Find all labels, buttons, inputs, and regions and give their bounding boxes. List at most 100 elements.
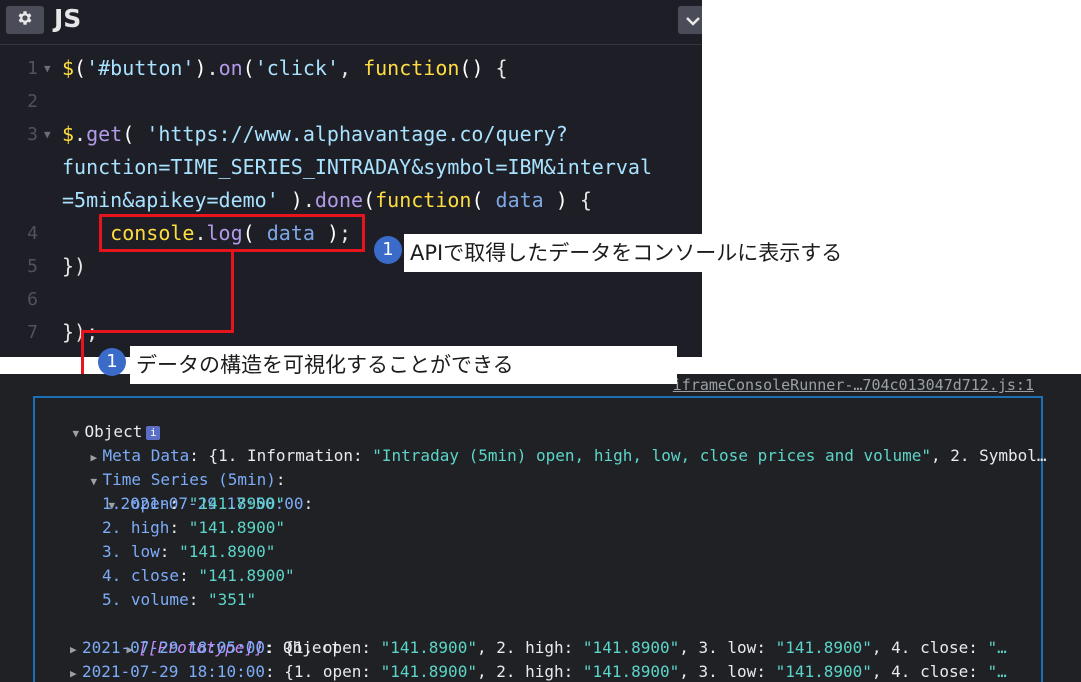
callout-console-log: APIで取得したデータをコンソールに表示する	[404, 234, 849, 272]
field-row[interactable]: 5. volume: "351"	[102, 588, 256, 612]
step-badge: 1	[374, 236, 402, 264]
code-line[interactable]: 2	[0, 85, 702, 118]
field-value: "141.8900"	[188, 518, 286, 537]
code-token: )	[194, 56, 207, 80]
step-badge: 1	[98, 348, 126, 376]
code-token: (	[242, 56, 255, 80]
code-token: $	[62, 122, 75, 146]
colon: :	[159, 542, 180, 561]
code-token: ()	[459, 56, 484, 80]
code-token: )	[290, 188, 303, 212]
entry-token: "…	[987, 638, 1007, 657]
code-token: function	[363, 56, 460, 80]
entry-token: 2021-07-29 18:05:00	[82, 638, 266, 657]
language-label: JS	[54, 4, 82, 33]
field-row[interactable]: 2. high: "141.8900"	[102, 516, 285, 540]
code-token: $	[62, 56, 75, 80]
field-value: "141.8900"	[179, 542, 276, 561]
field-key: 4. close	[102, 566, 180, 585]
js-editor-panel: JS 1 ▼ $('#button').on('click', function()…	[0, 0, 702, 357]
line-number: 7	[27, 322, 38, 343]
editor-header: JS	[0, 0, 702, 45]
code-text: $('#button').on('click', function() {	[62, 52, 508, 85]
line-number: 2	[27, 91, 38, 112]
code-token: .	[74, 122, 87, 146]
code-token: (	[122, 122, 135, 146]
highlight-box	[99, 214, 365, 252]
code-token: )	[555, 188, 568, 212]
code-text: $.get( 'https://www.alphavantage.co/quer…	[62, 118, 568, 151]
code-token: 'click'	[254, 56, 339, 80]
line-number: 5	[27, 256, 38, 277]
field-row[interactable]: 3. low: "141.8900"	[102, 540, 275, 564]
entry-token: , 4. close:	[871, 662, 988, 681]
code-token: 'https://www.alphavantage.co/query?	[146, 122, 568, 146]
fold-arrow-icon[interactable]: ▼	[44, 52, 51, 85]
code-token: {	[567, 188, 592, 212]
entry-token: "141.8900"	[775, 662, 872, 681]
code-token: (	[363, 188, 376, 212]
entry-token: "141.8900"	[775, 638, 872, 657]
settings-button[interactable]	[6, 6, 44, 34]
colon: :	[179, 566, 199, 585]
code-token: get	[86, 122, 123, 146]
source-link[interactable]: iframeConsoleRunner-…704c013047d712.js:1	[673, 374, 1034, 396]
field-key: 5. volume	[102, 590, 189, 609]
entry-token: "141.8900"	[582, 638, 680, 657]
code-line[interactable]: function=TIME_SERIES_INTRADAY&symbol=IBM…	[0, 151, 702, 184]
entry-row-collapsed[interactable]: ▶ 2021-07-29 18:05:00: {1. open: "141.890…	[70, 636, 1007, 662]
field-key: 1. open	[102, 494, 170, 513]
connector-line	[81, 330, 234, 333]
entry-token: , 4. close:	[871, 638, 988, 657]
code-token: =5min&apikey=demo'	[62, 188, 279, 212]
entry-token: , 2. high:	[476, 662, 583, 681]
entry-token: 2021-07-29 18:10:00	[82, 662, 266, 681]
entry-token: : {1. open:	[265, 638, 381, 657]
code-line[interactable]: 3 ▼ $.get( 'https://www.alphavantage.co/qu…	[0, 118, 702, 151]
code-token: ,	[339, 56, 364, 80]
field-value: "141.8900"	[188, 494, 286, 513]
code-token: .	[206, 56, 219, 80]
collapse-button[interactable]	[678, 6, 702, 34]
code-token: function	[375, 188, 472, 212]
code-token: (	[74, 56, 87, 80]
code-token: function=TIME_SERIES_INTRADAY&symbol=IBM…	[62, 155, 653, 179]
colon: :	[188, 590, 208, 609]
colon: :	[169, 518, 189, 537]
entry-token: : {1. open:	[265, 662, 381, 681]
line-number: 4	[27, 223, 38, 244]
code-token: done	[314, 188, 364, 212]
field-row[interactable]: 1. open: "141.8900"	[102, 492, 285, 516]
field-row[interactable]: 4. close: "141.8900"	[102, 564, 295, 588]
code-token: data	[495, 188, 544, 212]
collapsed-triangle-icon: ▶	[70, 643, 77, 656]
field-value: "141.8900"	[198, 566, 295, 585]
code-token: {	[483, 56, 508, 80]
colon: :	[169, 494, 189, 513]
code-token: on	[218, 56, 243, 80]
code-line[interactable]: 1 ▼ $('#button').on('click', function() {	[0, 52, 702, 85]
entry-token: "…	[987, 662, 1007, 681]
chevron-down-icon	[686, 11, 700, 30]
code-text: =5min&apikey=demo' ).done(function( data…	[62, 184, 592, 217]
entry-token: , 2. high:	[476, 638, 583, 657]
code-text: })	[62, 250, 86, 283]
code-text: function=TIME_SERIES_INTRADAY&symbol=IBM…	[62, 151, 652, 184]
code-token: '#button'	[86, 56, 195, 80]
fold-arrow-icon[interactable]: ▼	[44, 118, 51, 151]
gear-icon	[16, 9, 34, 31]
field-key: 3. low	[102, 542, 160, 561]
code-line[interactable]: 6	[0, 283, 702, 316]
line-number: 1	[27, 58, 38, 79]
entry-token: , 3. low:	[679, 638, 776, 657]
code-token: .	[302, 188, 315, 212]
entry-row-collapsed[interactable]: ▶ 2021-07-29 18:10:00: {1. open: "141.890…	[70, 660, 1007, 682]
entry-token: "141.8900"	[380, 662, 477, 681]
code-line[interactable]: =5min&apikey=demo' ).done(function( data…	[0, 184, 702, 217]
connector-line	[231, 252, 234, 333]
entry-token: , 3. low:	[679, 662, 776, 681]
field-value: "351"	[207, 590, 257, 609]
field-key: 2. high	[102, 518, 170, 537]
